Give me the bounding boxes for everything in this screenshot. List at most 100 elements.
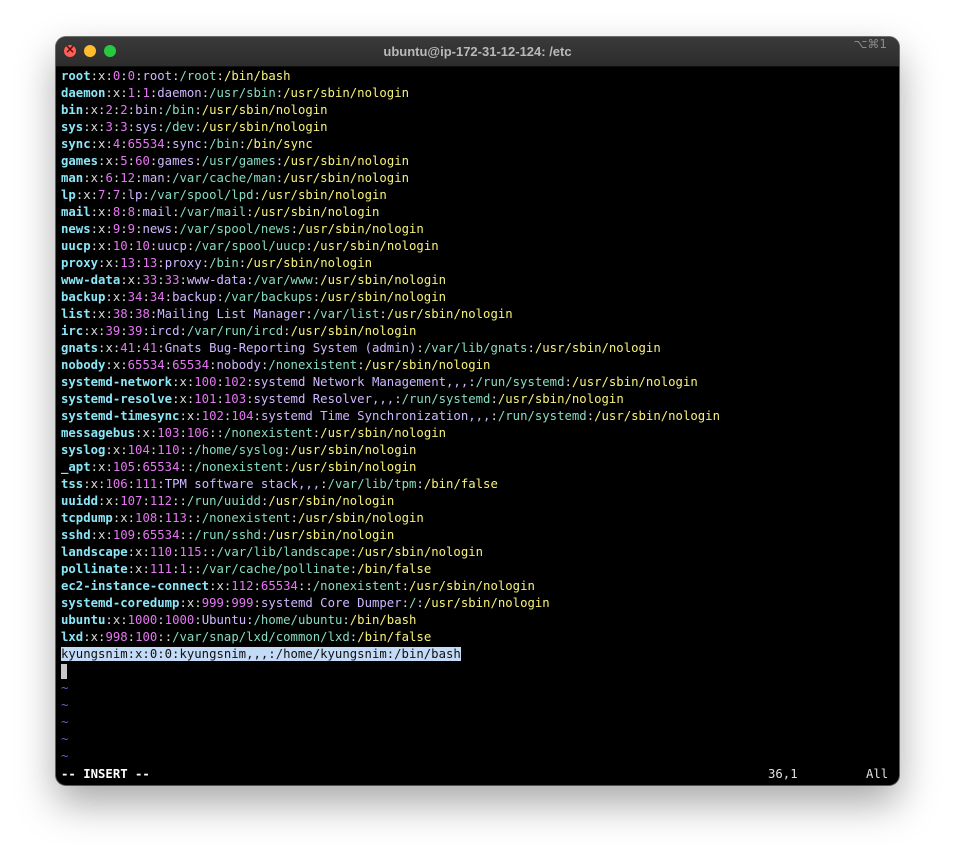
field-uid: 100: [194, 375, 217, 389]
field-separator: :: [564, 375, 572, 389]
field-separator: :: [164, 137, 173, 151]
passwd-line[interactable]: messagebus:x:103:106::/nonexistent:/usr/…: [61, 425, 894, 442]
field-uid: 38: [112, 307, 128, 321]
passwd-line[interactable]: proxy:x:13:13:proxy:/bin:/usr/sbin/nolog…: [61, 255, 894, 272]
passwd-line[interactable]: lxd:x:998:100::/var/snap/lxd/common/lxd:…: [61, 629, 894, 646]
field-home: /var/snap/lxd/common/lxd: [172, 630, 350, 644]
passwd-line[interactable]: backup:x:34:34:backup:/var/backups:/usr/…: [61, 289, 894, 306]
field-separator: :: [179, 460, 187, 474]
passwd-line[interactable]: list:x:38:38:Mailing List Manager:/var/l…: [61, 306, 894, 323]
field-username: irc: [61, 324, 84, 338]
passwd-line[interactable]: _apt:x:105:65534::/nonexistent:/usr/sbin…: [61, 459, 894, 476]
field-gid: 102: [223, 375, 247, 389]
field-uid: 102: [201, 409, 224, 423]
field-home: /var/cache/man: [172, 171, 276, 185]
passwd-line[interactable]: games:x:5:60:games:/usr/games:/usr/sbin/…: [61, 153, 894, 170]
field-gid: 113: [164, 511, 187, 525]
field-shell: /usr/sbin/nologin: [297, 222, 424, 236]
field-gid: 1: [179, 562, 187, 576]
field-uid: 111: [149, 562, 173, 576]
field-uid: 103: [157, 426, 180, 440]
field-separator: :: [401, 596, 410, 610]
field-shell: /usr/sbin/nologin: [534, 341, 661, 355]
field-separator: :: [120, 358, 128, 372]
field-gid: 10: [135, 239, 150, 253]
passwd-line[interactable]: systemd-resolve:x:101:103:systemd Resolv…: [61, 391, 894, 408]
passwd-line[interactable]: man:x:6:12:man:/var/cache/man:/usr/sbin/…: [61, 170, 894, 187]
field-password: x: [142, 426, 150, 440]
passwd-line[interactable]: bin:x:2:2:bin:/bin:/usr/sbin/nologin: [61, 102, 894, 119]
field-separator: :: [157, 256, 165, 270]
passwd-line[interactable]: ubuntu:x:1000:1000:Ubuntu:/home/ubuntu:/…: [61, 612, 894, 629]
field-gecos: lp: [127, 188, 143, 202]
field-gecos: proxy: [164, 256, 202, 270]
field-password: x: [90, 630, 99, 644]
field-username: sync: [61, 137, 91, 151]
passwd-line[interactable]: gnats:x:41:41:Gnats Bug-Reporting System…: [61, 340, 894, 357]
passwd-line[interactable]: root:x:0:0:root:/root:/bin/bash: [61, 68, 894, 85]
passwd-line[interactable]: daemon:x:1:1:daemon:/usr/sbin:/usr/sbin/…: [61, 85, 894, 102]
field-separator: :: [120, 188, 128, 202]
field-separator: :: [142, 562, 150, 576]
passwd-line[interactable]: lp:x:7:7:lp:/var/spool/lpd:/usr/sbin/nol…: [61, 187, 894, 204]
passwd-line[interactable]: mail:x:8:8:mail:/var/mail:/usr/sbin/nolo…: [61, 204, 894, 221]
passwd-line[interactable]: systemd-timesync:x:102:104:systemd Time …: [61, 408, 894, 425]
field-password: x: [120, 511, 128, 525]
field-separator: :: [305, 307, 313, 321]
field-separator: :: [90, 460, 99, 474]
passwd-line[interactable]: news:x:9:9:news:/var/spool/news:/usr/sbi…: [61, 221, 894, 238]
field-password: x: [216, 579, 224, 593]
field-uid: 10: [112, 239, 128, 253]
field-username: list: [61, 307, 91, 321]
cursor-line[interactable]: [61, 663, 894, 680]
field-home: /usr/sbin: [209, 86, 276, 100]
passwd-line[interactable]: nobody:x:65534:65534:nobody:/nonexistent…: [61, 357, 894, 374]
field-uid: 39: [105, 324, 121, 338]
field-separator: :: [320, 477, 328, 491]
field-separator: :: [586, 409, 595, 423]
passwd-line[interactable]: sshd:x:109:65534::/run/sshd:/usr/sbin/no…: [61, 527, 894, 544]
selected-line[interactable]: kyungsnim:x:0:0:kyungsnim,,,:/home/kyung…: [61, 646, 894, 663]
passwd-line[interactable]: syslog:x:104:110::/home/syslog:/usr/sbin…: [61, 442, 894, 459]
field-shell: /usr/sbin/nologin: [364, 358, 491, 372]
field-uid: 107: [120, 494, 143, 508]
field-separator: :: [194, 120, 202, 134]
field-home: /run/sshd: [194, 528, 261, 542]
passwd-line[interactable]: landscape:x:110:115::/var/lib/landscape:…: [61, 544, 894, 561]
passwd-line[interactable]: systemd-coredump:x:999:999:systemd Core …: [61, 595, 894, 612]
vim-buffer[interactable]: root:x:0:0:root:/root:/bin/bash daemon:x:…: [61, 68, 894, 765]
field-username: ubuntu: [61, 613, 106, 627]
field-separator: :: [127, 562, 136, 576]
passwd-line[interactable]: sync:x:4:65534:sync:/bin:/bin/sync: [61, 136, 894, 153]
field-shell: /usr/sbin/nologin: [283, 86, 409, 100]
passwd-line[interactable]: tss:x:106:111:TPM software stack,,,:/var…: [61, 476, 894, 493]
field-separator: :: [164, 171, 173, 185]
passwd-line[interactable]: ec2-instance-connect:x:112:65534::/nonex…: [61, 578, 894, 595]
passwd-line[interactable]: sys:x:3:3:sys:/dev:/usr/sbin/nologin: [61, 119, 894, 136]
passwd-line[interactable]: systemd-network:x:100:102:systemd Networ…: [61, 374, 894, 391]
passwd-line[interactable]: pollinate:x:111:1::/var/cache/pollinate:…: [61, 561, 894, 578]
field-separator: :: [490, 392, 498, 406]
field-username: proxy: [61, 256, 99, 270]
field-separator: :: [105, 239, 113, 253]
field-password: x: [90, 324, 99, 338]
selected-text[interactable]: kyungsnim:x:0:0:kyungsnim,,,:/home/kyung…: [61, 647, 461, 661]
field-home: /var/list: [312, 307, 380, 321]
passwd-line[interactable]: www-data:x:33:33:www-data:/var/www:/usr/…: [61, 272, 894, 289]
passwd-line[interactable]: uuidd:x:107:112::/run/uuidd:/usr/sbin/no…: [61, 493, 894, 510]
field-separator: :: [216, 290, 224, 304]
field-separator: :: [127, 239, 136, 253]
field-gid: 8: [127, 205, 136, 219]
passwd-line[interactable]: uucp:x:10:10:uucp:/var/spool/uucp:/usr/s…: [61, 238, 894, 255]
window-title: ubuntu@ip-172-31-12-124: /etc: [383, 44, 572, 59]
passwd-line[interactable]: tcpdump:x:108:113::/nonexistent:/usr/sbi…: [61, 510, 894, 527]
field-uid: 34: [127, 290, 143, 304]
field-separator: :: [172, 69, 180, 83]
field-uid: 109: [112, 528, 136, 542]
field-home: /var/spool/uucp: [194, 239, 306, 253]
field-shell: /usr/sbin/nologin: [201, 120, 328, 134]
field-shell: /usr/sbin/nologin: [201, 103, 328, 117]
field-gecos: Gnats Bug-Reporting System (admin): [164, 341, 417, 355]
passwd-line[interactable]: irc:x:39:39:ircd:/var/run/ircd:/usr/sbin…: [61, 323, 894, 340]
field-shell: /usr/sbin/nologin: [290, 443, 417, 457]
